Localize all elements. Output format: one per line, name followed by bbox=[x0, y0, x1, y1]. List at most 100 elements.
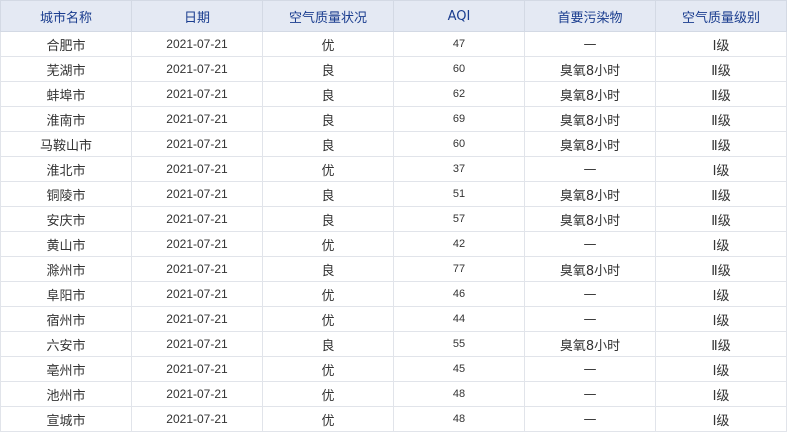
cell-pollutant: — bbox=[524, 381, 656, 407]
cell-pollutant: — bbox=[524, 406, 656, 432]
column-header-date: 日期 bbox=[131, 0, 263, 32]
cell-aqi: 60 bbox=[393, 56, 525, 82]
cell-city: 马鞍山市 bbox=[0, 131, 132, 157]
cell-pollutant: 臭氧8小时 bbox=[524, 206, 656, 232]
cell-level: Ⅱ级 bbox=[655, 181, 787, 207]
cell-aqi: 62 bbox=[393, 81, 525, 107]
cell-aqi: 46 bbox=[393, 281, 525, 307]
cell-level: Ⅰ级 bbox=[655, 406, 787, 432]
cell-date: 2021-07-21 bbox=[131, 106, 263, 132]
table-header: 城市名称 日期 空气质量状况 AQI 首要污染物 空气质量级别 bbox=[0, 0, 787, 32]
cell-date: 2021-07-21 bbox=[131, 381, 263, 407]
cell-city: 安庆市 bbox=[0, 206, 132, 232]
table-row: 亳州市 2021-07-21 优 45— Ⅰ级 bbox=[0, 356, 787, 382]
cell-date: 2021-07-21 bbox=[131, 406, 263, 432]
cell-level: Ⅰ级 bbox=[655, 281, 787, 307]
cell-aqi: 69 bbox=[393, 106, 525, 132]
table-row: 阜阳市 2021-07-21 优 46— Ⅰ级 bbox=[0, 281, 787, 307]
cell-date: 2021-07-21 bbox=[131, 181, 263, 207]
cell-city: 六安市 bbox=[0, 331, 132, 357]
cell-city: 黄山市 bbox=[0, 231, 132, 257]
table-body: 合肥市 2021-07-21 优 47— Ⅰ级 芜湖市 2021-07-21 良 60 臭氧8小时… bbox=[0, 31, 787, 432]
cell-city: 宣城市 bbox=[0, 406, 132, 432]
cell-level: Ⅰ级 bbox=[655, 156, 787, 182]
cell-status: 良 bbox=[262, 81, 394, 107]
cell-status: 优 bbox=[262, 356, 394, 382]
cell-aqi: 47 bbox=[393, 31, 525, 57]
cell-aqi: 77 bbox=[393, 256, 525, 282]
cell-aqi: 51 bbox=[393, 181, 525, 207]
cell-city: 滁州市 bbox=[0, 256, 132, 282]
table-row: 六安市 2021-07-21 良 55 臭氧8小时 Ⅱ级 bbox=[0, 331, 787, 357]
cell-level: Ⅱ级 bbox=[655, 81, 787, 107]
table-row: 淮北市 2021-07-21 优 37— Ⅰ级 bbox=[0, 156, 787, 182]
cell-city: 蚌埠市 bbox=[0, 81, 132, 107]
cell-status: 良 bbox=[262, 331, 394, 357]
column-header-status: 空气质量状况 bbox=[262, 0, 394, 32]
cell-city: 宿州市 bbox=[0, 306, 132, 332]
cell-date: 2021-07-21 bbox=[131, 331, 263, 357]
cell-status: 良 bbox=[262, 131, 394, 157]
cell-city: 淮南市 bbox=[0, 106, 132, 132]
table-row: 黄山市 2021-07-21 优 42— Ⅰ级 bbox=[0, 231, 787, 257]
cell-level: Ⅰ级 bbox=[655, 356, 787, 382]
cell-pollutant: — bbox=[524, 156, 656, 182]
cell-date: 2021-07-21 bbox=[131, 156, 263, 182]
cell-pollutant: 臭氧8小时 bbox=[524, 131, 656, 157]
table-row: 蚌埠市 2021-07-21 良 62 臭氧8小时 Ⅱ级 bbox=[0, 81, 787, 107]
cell-aqi: 37 bbox=[393, 156, 525, 182]
cell-status: 优 bbox=[262, 31, 394, 57]
cell-city: 亳州市 bbox=[0, 356, 132, 382]
cell-pollutant: — bbox=[524, 281, 656, 307]
cell-pollutant: 臭氧8小时 bbox=[524, 331, 656, 357]
cell-date: 2021-07-21 bbox=[131, 281, 263, 307]
header-row: 城市名称 日期 空气质量状况 AQI 首要污染物 空气质量级别 bbox=[0, 0, 787, 32]
cell-pollutant: 臭氧8小时 bbox=[524, 256, 656, 282]
cell-date: 2021-07-21 bbox=[131, 356, 263, 382]
cell-pollutant: 臭氧8小时 bbox=[524, 181, 656, 207]
cell-level: Ⅱ级 bbox=[655, 206, 787, 232]
cell-level: Ⅱ级 bbox=[655, 56, 787, 82]
cell-aqi: 57 bbox=[393, 206, 525, 232]
cell-date: 2021-07-21 bbox=[131, 231, 263, 257]
table-row: 宿州市 2021-07-21 优 44— Ⅰ级 bbox=[0, 306, 787, 332]
cell-date: 2021-07-21 bbox=[131, 131, 263, 157]
cell-aqi: 55 bbox=[393, 331, 525, 357]
table-row: 滁州市 2021-07-21 良 77 臭氧8小时 Ⅱ级 bbox=[0, 256, 787, 282]
cell-city: 合肥市 bbox=[0, 31, 132, 57]
cell-aqi: 42 bbox=[393, 231, 525, 257]
cell-pollutant: — bbox=[524, 31, 656, 57]
cell-date: 2021-07-21 bbox=[131, 306, 263, 332]
cell-city: 池州市 bbox=[0, 381, 132, 407]
column-header-pollutant: 首要污染物 bbox=[524, 0, 656, 32]
table-row: 铜陵市 2021-07-21 良 51 臭氧8小时 Ⅱ级 bbox=[0, 181, 787, 207]
cell-date: 2021-07-21 bbox=[131, 56, 263, 82]
cell-status: 良 bbox=[262, 256, 394, 282]
cell-level: Ⅰ级 bbox=[655, 381, 787, 407]
cell-pollutant: 臭氧8小时 bbox=[524, 56, 656, 82]
cell-aqi: 44 bbox=[393, 306, 525, 332]
aqi-report: 城市名称 日期 空气质量状况 AQI 首要污染物 空气质量级别 合肥市 2021-… bbox=[0, 0, 787, 432]
cell-aqi: 45 bbox=[393, 356, 525, 382]
cell-pollutant: — bbox=[524, 306, 656, 332]
cell-level: Ⅱ级 bbox=[655, 106, 787, 132]
cell-pollutant: — bbox=[524, 356, 656, 382]
table-row: 芜湖市 2021-07-21 良 60 臭氧8小时 Ⅱ级 bbox=[0, 56, 787, 82]
cell-status: 优 bbox=[262, 231, 394, 257]
cell-date: 2021-07-21 bbox=[131, 256, 263, 282]
table-row: 池州市 2021-07-21 优 48— Ⅰ级 bbox=[0, 381, 787, 407]
cell-level: Ⅱ级 bbox=[655, 331, 787, 357]
cell-status: 优 bbox=[262, 381, 394, 407]
cell-level: Ⅰ级 bbox=[655, 306, 787, 332]
cell-level: Ⅱ级 bbox=[655, 256, 787, 282]
column-header-city: 城市名称 bbox=[0, 0, 132, 32]
cell-date: 2021-07-21 bbox=[131, 31, 263, 57]
table-row: 合肥市 2021-07-21 优 47— Ⅰ级 bbox=[0, 31, 787, 57]
column-header-level: 空气质量级别 bbox=[655, 0, 787, 32]
cell-status: 优 bbox=[262, 281, 394, 307]
cell-city: 淮北市 bbox=[0, 156, 132, 182]
cell-date: 2021-07-21 bbox=[131, 206, 263, 232]
air-quality-table: 城市名称 日期 空气质量状况 AQI 首要污染物 空气质量级别 合肥市 2021-… bbox=[0, 0, 787, 432]
cell-aqi: 48 bbox=[393, 381, 525, 407]
cell-pollutant: 臭氧8小时 bbox=[524, 106, 656, 132]
